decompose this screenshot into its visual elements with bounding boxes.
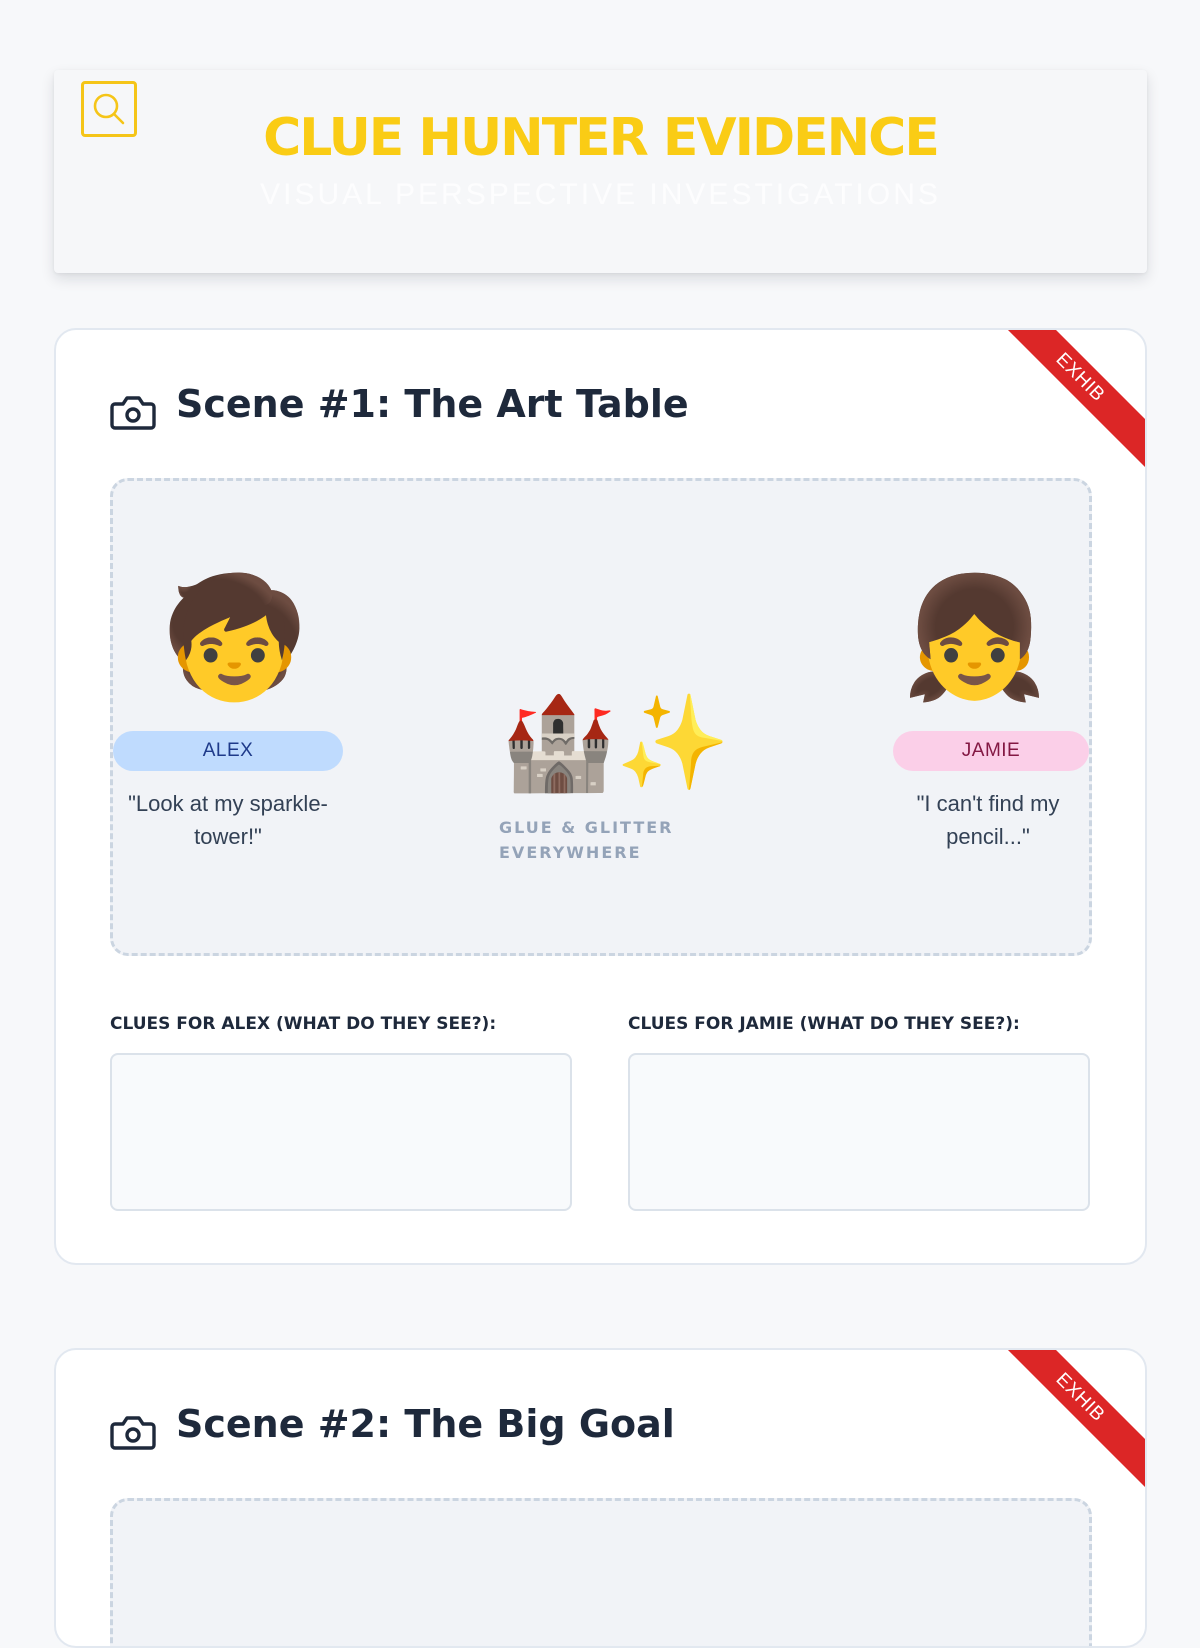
jamie-name-badge: JAMIE bbox=[893, 731, 1089, 771]
scene-title: Scene #1: The Art Table bbox=[176, 382, 689, 426]
clues-jamie-field[interactable] bbox=[628, 1053, 1090, 1211]
scene-card-2: EXHIB Scene #2: The Big Goal bbox=[54, 1348, 1147, 1648]
clues-alex-label: CLUES FOR ALEX (WHAT DO THEY SEE?): bbox=[110, 1014, 497, 1034]
jamie-quote: "I can't find my pencil..." bbox=[916, 791, 1060, 849]
alex-quote: "Look at my sparkle-tower!" bbox=[128, 791, 328, 849]
castle-glitter-illustration: 🏰✨ bbox=[501, 689, 731, 796]
exhibit-ribbon: EXHIB bbox=[997, 1350, 1145, 1495]
clues-jamie-label: CLUES FOR JAMIE (WHAT DO THEY SEE?): bbox=[628, 1014, 1020, 1034]
camera-icon bbox=[110, 396, 156, 430]
center-caption: GLUE & GLITTER EVERYWHERE bbox=[499, 818, 674, 862]
scene-illustration bbox=[110, 1498, 1092, 1646]
alex-avatar: 🧒 bbox=[161, 568, 308, 706]
page-header: CLUE HUNTER EVIDENCE VISUAL PERSPECTIVE … bbox=[54, 70, 1147, 273]
scene-card-1: EXHIB Scene #1: The Art Table 🧒 ALEX "Lo… bbox=[54, 328, 1147, 1265]
page-title: CLUE HUNTER EVIDENCE bbox=[263, 108, 940, 168]
camera-icon bbox=[110, 1416, 156, 1450]
scene-illustration: 🧒 ALEX "Look at my sparkle-tower!" 🏰✨ GL… bbox=[110, 478, 1092, 956]
alex-name-badge: ALEX bbox=[113, 731, 343, 771]
exhibit-ribbon: EXHIB bbox=[997, 330, 1145, 475]
clues-alex-field[interactable] bbox=[110, 1053, 572, 1211]
scene-title: Scene #2: The Big Goal bbox=[176, 1402, 675, 1446]
page-subtitle: VISUAL PERSPECTIVE INVESTIGATIONS bbox=[260, 178, 941, 211]
jamie-avatar: 👧 bbox=[901, 568, 1048, 706]
